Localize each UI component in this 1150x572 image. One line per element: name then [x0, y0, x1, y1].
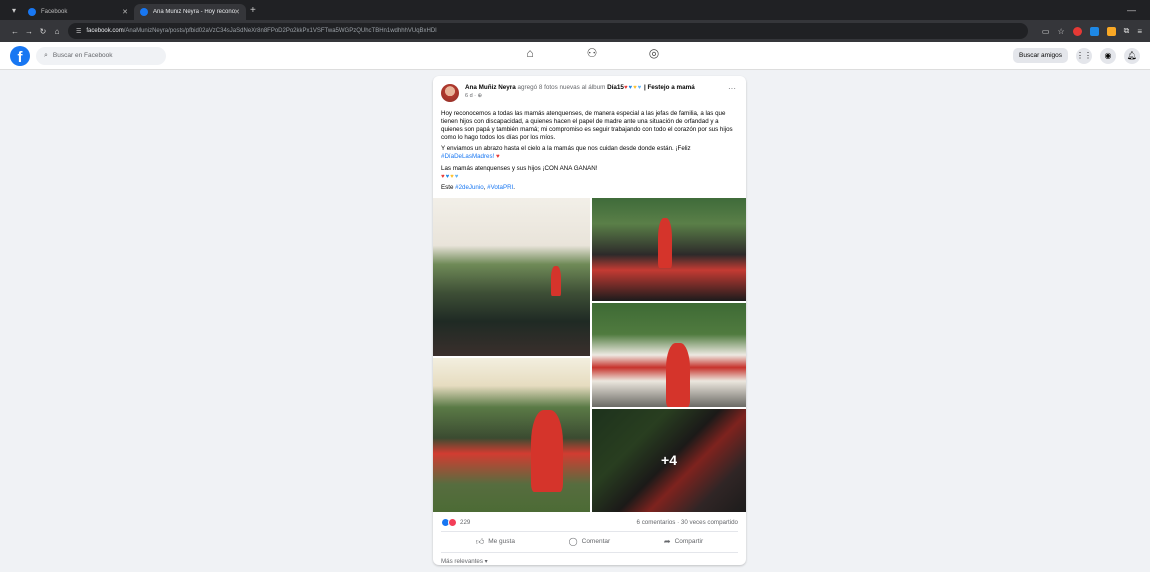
facebook-logo-icon[interactable]: f: [10, 45, 30, 66]
love-reaction-icon: [448, 517, 457, 527]
tab-facebook[interactable]: Facebook ✕: [22, 4, 134, 20]
post-text-span: Y enviamos un abrazo hasta el cielo a la…: [441, 145, 691, 153]
bookmark-star-icon[interactable]: ☆: [1057, 27, 1064, 36]
like-button[interactable]: 👍︎ Me gusta: [476, 537, 515, 547]
post-paragraph: Este #2deJunio, #VotaPRI.: [441, 183, 516, 191]
more-options-icon[interactable]: ···: [728, 84, 736, 93]
post-text-span: Las mamás atenquenses y sus hijos ¡CON A…: [441, 164, 598, 172]
tab-label: Facebook: [41, 9, 68, 15]
photo-figure: [551, 265, 561, 296]
back-icon[interactable]: ←: [8, 27, 22, 36]
photo-figure: [658, 217, 672, 268]
post-meta: Ana Muñiz Neyra agregó 8 fotos nuevas al…: [465, 84, 705, 102]
right-nav: Buscar amigos ⋮⋮ ◉ 🔔︎: [1013, 47, 1140, 64]
thumbs-up-icon: 👍︎: [475, 536, 485, 546]
comments-sort-dropdown[interactable]: Más relevantes ▾: [433, 553, 746, 565]
post-actions: 👍︎ Me gusta ◯ Comentar ➦ Compartir: [441, 532, 738, 553]
hearts-row-icon: ♥♥♥♥: [441, 173, 460, 180]
facebook-favicon-icon: [28, 8, 36, 16]
close-tab-icon[interactable]: ✕: [122, 8, 128, 16]
hashtag-link[interactable]: #2deJunio: [455, 184, 484, 191]
like-label: Me gusta: [488, 538, 515, 546]
friends-icon[interactable]: ⚇: [582, 46, 602, 60]
album-hearts: ♥♥♥♥: [623, 85, 643, 91]
home-icon[interactable]: ⌂: [50, 27, 64, 36]
comment-icon: ◯: [568, 537, 578, 547]
reaction-count[interactable]: 229: [460, 519, 470, 526]
photo-2[interactable]: [592, 197, 746, 301]
menu-grid-icon[interactable]: ⋮⋮: [1076, 47, 1092, 64]
extension-orange-icon[interactable]: [1106, 26, 1116, 36]
close-tab-icon[interactable]: ✕: [234, 8, 240, 16]
hashtag-link[interactable]: #VotaPRI: [487, 184, 513, 191]
photo-grid: +4: [433, 197, 746, 512]
more-photos-overlay[interactable]: +4: [592, 408, 746, 512]
post-time[interactable]: 6 d ·: [465, 93, 476, 99]
tab-post[interactable]: Ana Muñiz Neyra - Hoy reconoc... ✕: [134, 4, 246, 20]
messenger-icon[interactable]: ◉: [1100, 47, 1116, 64]
find-friends-button[interactable]: Buscar amigos: [1013, 48, 1068, 63]
photo-5[interactable]: +4: [592, 408, 746, 512]
author-name[interactable]: Ana Muñiz Neyra: [465, 84, 516, 91]
album-title[interactable]: | Festejo a mamá: [644, 84, 695, 91]
post-paragraph: Las mamás atenquenses y sus hijos ¡CON A…: [441, 165, 738, 181]
comments-shares-count[interactable]: 6 comentarios · 30 veces compartido: [637, 519, 738, 526]
facebook-header: f ⌕ Buscar en Facebook ⌂ ⚇ ◎ Buscar amig…: [0, 42, 1150, 70]
comment-label: Comentar: [581, 538, 611, 546]
photo-figure: [666, 342, 690, 407]
post-card: Ana Muñiz Neyra agregó 8 fotos nuevas al…: [433, 76, 746, 565]
notifications-bell-icon[interactable]: 🔔︎: [1124, 47, 1140, 64]
groups-icon[interactable]: ◎: [644, 46, 664, 60]
photo-3[interactable]: [433, 357, 590, 512]
url-host: facebook.com: [86, 28, 124, 34]
url-input[interactable]: ☰ facebook.com/AnaMunizNeyra/posts/pfbid…: [68, 23, 1028, 39]
site-info-icon[interactable]: ☰: [76, 28, 81, 35]
search-placeholder: Buscar en Facebook: [52, 52, 113, 59]
share-icon: ➦: [663, 537, 671, 547]
extension-red-icon[interactable]: [1072, 26, 1082, 36]
facebook-favicon-icon: [140, 8, 148, 16]
tab-label: Ana Muñiz Neyra - Hoy reconoc...: [153, 9, 235, 15]
more-photos-count: +4: [661, 452, 677, 469]
address-bar: ← → ↻ ⌂ ☰ facebook.com/AnaMunizNeyra/pos…: [0, 20, 1150, 42]
post-action-text: agregó 8 fotos nuevas al álbum: [517, 84, 606, 91]
search-icon: ⌕: [44, 51, 48, 59]
post-text-span: Este: [441, 183, 454, 191]
forward-icon[interactable]: →: [22, 27, 36, 36]
privacy-globe-icon: ⊕: [476, 93, 483, 99]
reactions-icons[interactable]: [441, 517, 457, 527]
minimize-icon[interactable]: —: [1127, 5, 1136, 15]
avatar[interactable]: [441, 84, 459, 102]
post-paragraph: Y enviamos un abrazo hasta el cielo a la…: [441, 145, 738, 161]
search-input[interactable]: ⌕ Buscar en Facebook: [36, 46, 166, 65]
post-text: Hoy reconocemos a todas las mamás atenqu…: [433, 102, 746, 192]
url-path: /AnaMunizNeyra/posts/pfbid02aVzC34sJaSdN…: [123, 28, 437, 34]
browser-menu-icon[interactable]: ≡: [1137, 27, 1142, 36]
center-nav: ⌂ ⚇ ◎: [520, 46, 664, 60]
post-stats: 229 6 comentarios · 30 veces compartido: [441, 512, 738, 532]
photo-4[interactable]: [592, 302, 746, 407]
extensions-puzzle-icon[interactable]: ⧉: [1124, 26, 1130, 36]
share-button[interactable]: ➦ Compartir: [664, 537, 703, 547]
new-tab-icon[interactable]: +: [250, 5, 256, 16]
heart-icon: ♥: [496, 153, 500, 161]
reload-icon[interactable]: ↻: [36, 27, 50, 36]
tab-search-icon[interactable]: ▾: [6, 3, 22, 17]
post-paragraph: Hoy reconocemos a todas las mamás atenqu…: [441, 110, 733, 142]
extension-blue-icon[interactable]: [1089, 26, 1099, 36]
comment-button[interactable]: ◯ Comentar: [569, 537, 611, 547]
cast-icon[interactable]: ▭: [1042, 27, 1050, 36]
photo-1[interactable]: [433, 197, 590, 356]
album-link[interactable]: Día15: [607, 84, 624, 91]
share-label: Compartir: [674, 538, 704, 546]
photo-figure: [531, 409, 563, 492]
browser-tab-bar: ▾ Facebook ✕ Ana Muñiz Neyra - Hoy recon…: [0, 0, 1150, 20]
post-header: Ana Muñiz Neyra agregó 8 fotos nuevas al…: [433, 76, 746, 102]
hashtag-link[interactable]: #DíaDeLasMadres!: [441, 153, 494, 160]
home-icon[interactable]: ⌂: [520, 46, 540, 60]
